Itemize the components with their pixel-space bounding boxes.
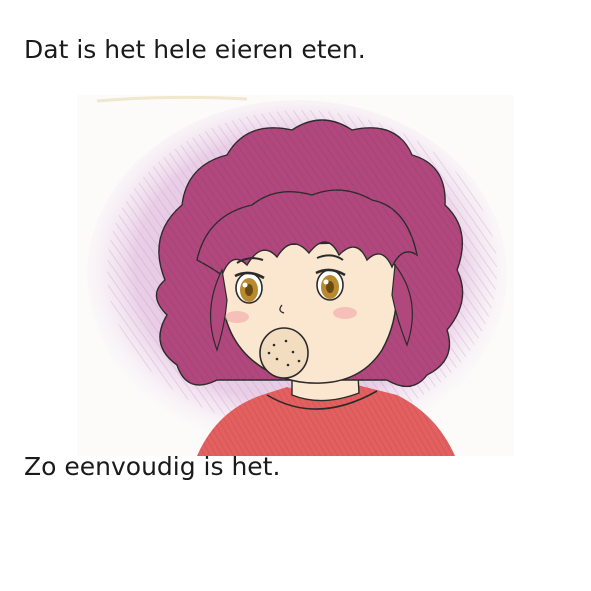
blush-right	[333, 307, 357, 319]
caption-bottom: Zo eenvoudig is het.	[24, 452, 281, 481]
blush-left	[225, 311, 249, 323]
caption-top: Dat is het hele eieren eten.	[24, 35, 366, 64]
character-portrait-illustration	[77, 95, 514, 456]
mouth-full	[259, 327, 309, 379]
